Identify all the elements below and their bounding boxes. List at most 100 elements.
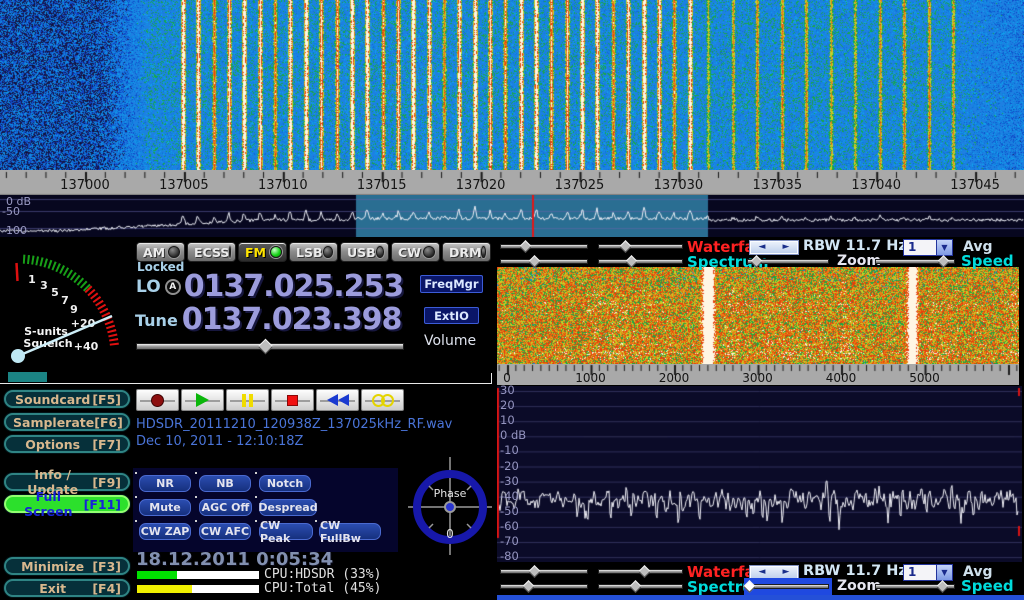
slider-thumb[interactable] [522,580,535,593]
audio-spectrum[interactable] [497,386,1022,562]
zoom-slider[interactable] [747,581,829,592]
chevron-down-icon[interactable]: ▼ [936,240,952,255]
slider-thumb[interactable] [750,255,763,268]
chevron-down-icon[interactable]: ▼ [936,565,952,580]
waterfall-contrast-slider[interactable] [598,241,683,252]
dsp-button-despread[interactable]: Despread [259,499,317,516]
speed-slider[interactable] [875,581,955,592]
arrow-left-icon[interactable]: ◄ [750,241,774,254]
mode-button-drm[interactable]: DRM [442,242,491,262]
arrow-right-icon[interactable]: ► [774,241,798,254]
ruler-label: 137020 [456,178,506,193]
dsp-button-cw-fullbw[interactable]: CW FullBw [319,523,381,540]
volume-slider[interactable] [136,340,404,353]
dsp-button-mute[interactable]: Mute [139,499,191,516]
mode-button-ecss[interactable]: ECSS [187,242,236,262]
slider-thumb[interactable] [257,339,273,355]
slider-thumb[interactable] [629,580,642,593]
slider-thumb[interactable] [528,255,541,268]
recorder-pause-button[interactable] [226,389,269,411]
phase-dial[interactable]: Phase 0 [403,454,495,558]
left-button-samplerate[interactable]: Samplerate[F6] [4,413,130,431]
db-label: -60 [500,519,519,533]
s-meter: 1 3 5 7 9 +20 +40 S-units Squelch [2,239,128,377]
panel-divider [0,373,492,384]
slider-thumb[interactable] [528,565,541,578]
recorder-stop-button[interactable] [271,389,314,411]
slider-track [500,569,588,574]
cpu-bar [136,584,260,594]
main-frequency-ruler[interactable]: 1370001370051370101370151370201370251370… [0,170,1024,195]
slider-track [598,259,683,264]
lo-frequency-value[interactable]: 0137.025.253 [184,272,404,302]
waterfall-brightness-slider[interactable] [500,566,588,577]
slider-thumb[interactable] [937,255,950,268]
tune-frequency-row: Tune 0137.023.398 [135,305,401,335]
recorder-play-button[interactable] [181,389,224,411]
meter-tick-label: +40 [74,340,99,353]
dsp-button-cw-afc[interactable]: CW AFC [199,523,251,540]
audio-waterfall[interactable] [497,267,1019,364]
mode-button-am[interactable]: AM [136,242,185,262]
main-spectrum[interactable] [0,195,1024,237]
recorder-loop-button[interactable] [361,389,404,411]
dsp-button-agc-off[interactable]: AGC Off [199,499,252,516]
button-key: [F4] [92,581,121,596]
recorder-rewind-button[interactable] [316,389,359,411]
button-label: Notch [267,477,303,490]
arrow-left-icon[interactable]: ◄ [750,566,774,579]
spectrum-lower-slider[interactable] [598,581,683,592]
spectrum-lower-slider[interactable] [598,256,683,267]
button-key: [F5] [92,392,121,407]
tune-frequency-value[interactable]: 0137.023.398 [182,305,402,335]
speed-label: Speed [961,577,1014,595]
avg-dropdown-value: 1 [904,240,936,255]
left-button-exit[interactable]: Exit[F4] [4,579,130,597]
lo-auto-badge[interactable]: A [165,279,181,295]
dsp-button-notch[interactable]: Notch [259,475,311,492]
waterfall-brightness-slider[interactable] [500,241,588,252]
spectrum-upper-slider[interactable] [500,256,588,267]
dsp-button-nr[interactable]: NR [139,475,191,492]
speed-slider[interactable] [875,256,955,267]
arrow-right-icon[interactable]: ► [774,566,798,579]
slider-track [500,259,588,264]
rbw-spinner[interactable]: ◄► [749,565,799,580]
waterfall-contrast-slider[interactable] [598,566,683,577]
ruler-label: 5000 [909,371,940,385]
mode-button-usb[interactable]: USB [340,242,389,262]
dsp-button-cw-peak[interactable]: CW Peak [259,523,313,540]
freqmgr-button[interactable]: FreqMgr [420,275,483,293]
rbw-spinner[interactable]: ◄► [749,240,799,255]
dsp-panel: NR NB Notch Mute AGC Off Despread CW ZAP CW AFC… [133,468,398,552]
cpu-bar-fill [137,585,192,593]
spectrum-upper-slider[interactable] [500,581,588,592]
avg-dropdown[interactable]: 1▼ [903,239,953,256]
left-button-options[interactable]: Options[F7] [4,435,130,453]
mode-led-icon [323,246,334,258]
mode-led-icon [229,246,231,258]
meter-tick-label: 5 [51,286,59,299]
main-waterfall[interactable] [0,0,1024,170]
mode-button-cw[interactable]: CW [391,242,440,262]
left-button-soundcard[interactable]: Soundcard[F5] [4,390,130,408]
extio-button[interactable]: ExtIO [424,307,479,324]
mode-button-fm[interactable]: FM [238,242,287,262]
cpu-bar-fill [137,571,177,579]
slider-thumb[interactable] [936,580,949,593]
slider-thumb[interactable] [638,565,651,578]
zoom-slider[interactable] [747,256,829,267]
slider-thumb[interactable] [619,240,632,253]
mode-button-lsb[interactable]: LSB [289,242,338,262]
slider-thumb[interactable] [625,255,638,268]
left-button-full-screen[interactable]: Full Screen[F11] [4,495,130,513]
dsp-button-nb[interactable]: NB [199,475,251,492]
meter-needle-hub [11,349,25,363]
ruler-label: 137035 [752,178,802,193]
recorder-record-button[interactable] [136,389,179,411]
slider-thumb[interactable] [520,240,533,253]
button-key: [F3] [92,559,121,574]
avg-dropdown[interactable]: 1▼ [903,564,953,581]
dsp-button-cw-zap[interactable]: CW ZAP [139,523,191,540]
left-button-minimize[interactable]: Minimize[F3] [4,557,130,575]
